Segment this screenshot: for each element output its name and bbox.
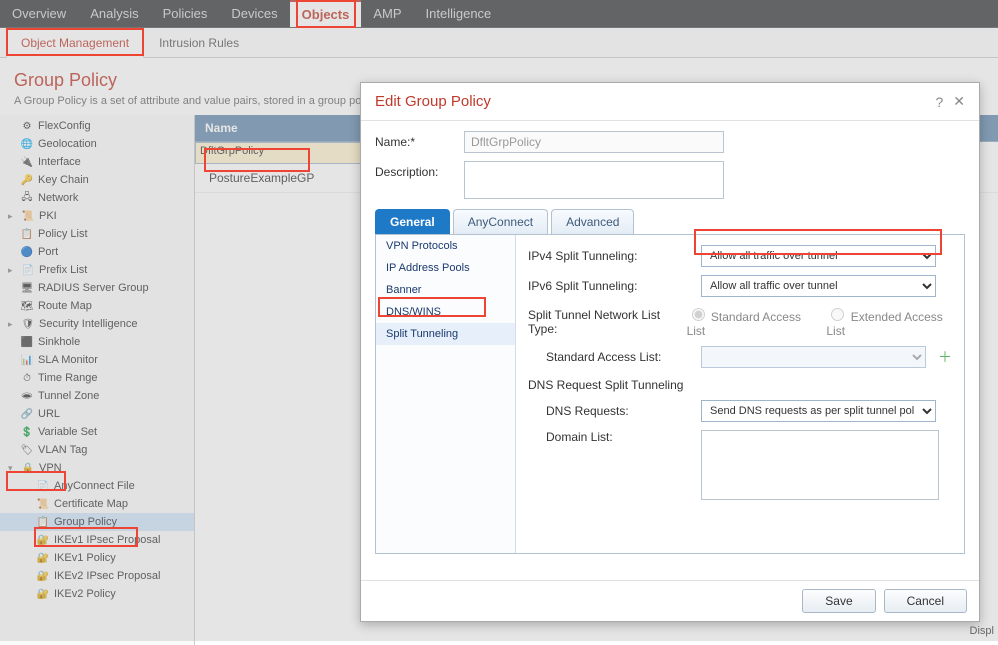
name-label: Name:* (375, 131, 450, 149)
save-button[interactable]: Save (802, 589, 875, 613)
network-list-type-label: Split Tunnel Network List Type: (528, 308, 679, 336)
dns-requests-select[interactable]: Send DNS requests as per split tunnel po… (701, 400, 936, 422)
modal-footer: Save Cancel (361, 580, 979, 621)
radio-extended-acl[interactable]: Extended Access List (826, 305, 952, 338)
side-banner[interactable]: Banner (376, 279, 515, 301)
cancel-button[interactable]: Cancel (884, 589, 967, 613)
footer-hint: Displ (970, 625, 994, 637)
add-acl-icon[interactable]: ＋ (938, 347, 952, 367)
modal-tab-body: VPN Protocols IP Address Pools Banner DN… (375, 234, 965, 554)
help-icon[interactable]: ? (935, 94, 943, 110)
description-input[interactable] (464, 161, 724, 199)
std-acl-label: Standard Access List: (528, 350, 693, 364)
modal-title: Edit Group Policy (375, 93, 491, 110)
modal-body: Name:* Description: General AnyConnect A… (361, 121, 979, 580)
domain-list-label: Domain List: (528, 430, 693, 444)
general-side-list: VPN Protocols IP Address Pools Banner DN… (376, 235, 516, 553)
side-dns-wins[interactable]: DNS/WINS (376, 301, 515, 323)
edit-group-policy-modal: Edit Group Policy ? ✕ Name:* Description… (360, 82, 980, 622)
side-ip-address-pools[interactable]: IP Address Pools (376, 257, 515, 279)
modal-titlebar: Edit Group Policy ? ✕ (361, 83, 979, 121)
ipv4-split-select[interactable]: Allow all traffic over tunnel (701, 245, 936, 267)
ipv6-split-label: IPv6 Split Tunneling: (528, 279, 693, 293)
ipv6-split-select[interactable]: Allow all traffic over tunnel (701, 275, 936, 297)
domain-list-box[interactable] (701, 430, 939, 500)
ipv4-split-label: IPv4 Split Tunneling: (528, 249, 693, 263)
modal-tabbar: General AnyConnect Advanced (375, 209, 965, 234)
side-vpn-protocols[interactable]: VPN Protocols (376, 235, 515, 257)
std-acl-select (701, 346, 926, 368)
tab-advanced[interactable]: Advanced (551, 209, 634, 234)
radio-standard-acl[interactable]: Standard Access List (687, 305, 811, 338)
dns-requests-label: DNS Requests: (528, 404, 693, 418)
name-input[interactable] (464, 131, 724, 153)
description-label: Description: (375, 161, 450, 179)
dns-section-label: DNS Request Split Tunneling (528, 378, 693, 392)
split-tunneling-settings: IPv4 Split Tunneling: Allow all traffic … (516, 235, 964, 553)
side-split-tunneling[interactable]: Split Tunneling (376, 323, 515, 345)
tab-general[interactable]: General (375, 209, 450, 234)
tab-anyconnect[interactable]: AnyConnect (453, 209, 548, 234)
close-icon[interactable]: ✕ (953, 93, 965, 110)
